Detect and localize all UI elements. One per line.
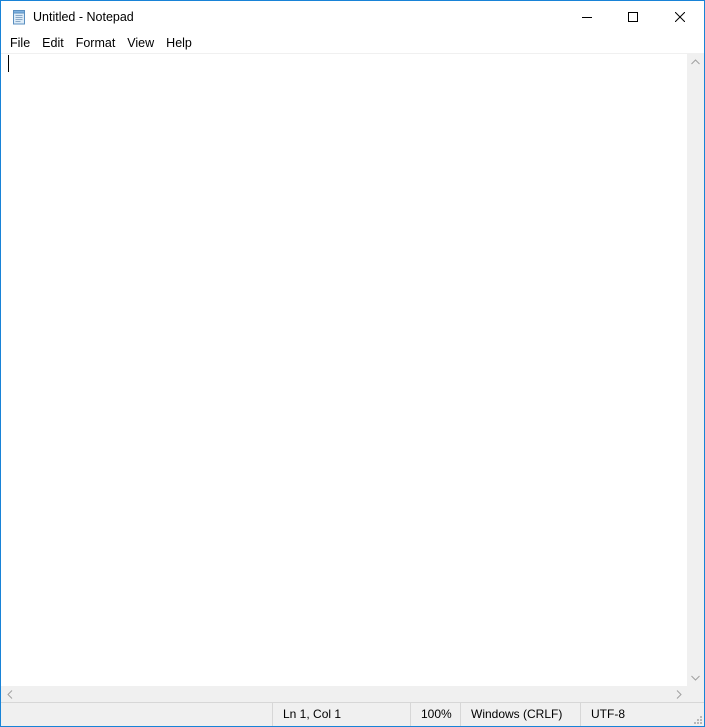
line-ending: Windows (CRLF) [460,703,580,726]
menu-file[interactable]: File [1,33,36,53]
text-caret [8,55,9,72]
window-title: Untitled - Notepad [33,10,134,24]
horizontal-scrollbar[interactable] [1,686,687,702]
scroll-right-button[interactable] [670,686,687,702]
chevron-down-icon [691,675,700,681]
resize-grip-icon[interactable] [692,714,702,724]
close-button[interactable] [656,1,704,33]
chevron-up-icon [691,58,700,64]
maximize-button[interactable] [610,1,656,33]
menu-bar: File Edit Format View Help [1,33,704,53]
chevron-right-icon [676,689,682,699]
text-editor-area[interactable] [1,53,687,686]
vertical-scrollbar[interactable] [687,53,704,686]
menu-edit[interactable]: Edit [36,33,70,53]
menu-help[interactable]: Help [160,33,198,53]
title-bar[interactable]: Untitled - Notepad [1,1,704,33]
cursor-position: Ln 1, Col 1 [272,703,410,726]
scroll-up-button[interactable] [687,53,704,70]
chevron-left-icon [6,689,12,699]
notepad-icon[interactable] [11,9,27,25]
encoding: UTF-8 [580,703,690,726]
menu-format[interactable]: Format [70,33,122,53]
notepad-window: Untitled - Notepad File Edit Format View… [0,0,705,727]
scroll-left-button[interactable] [1,686,18,702]
scroll-down-button[interactable] [687,669,704,686]
minimize-icon [582,17,592,18]
zoom-level: 100% [410,703,460,726]
close-icon [675,12,685,22]
minimize-button[interactable] [564,1,610,33]
maximize-icon [628,12,638,22]
menu-view[interactable]: View [121,33,160,53]
status-bar: Ln 1, Col 1 100% Windows (CRLF) UTF-8 [1,702,704,726]
scrollbar-corner [687,686,704,702]
